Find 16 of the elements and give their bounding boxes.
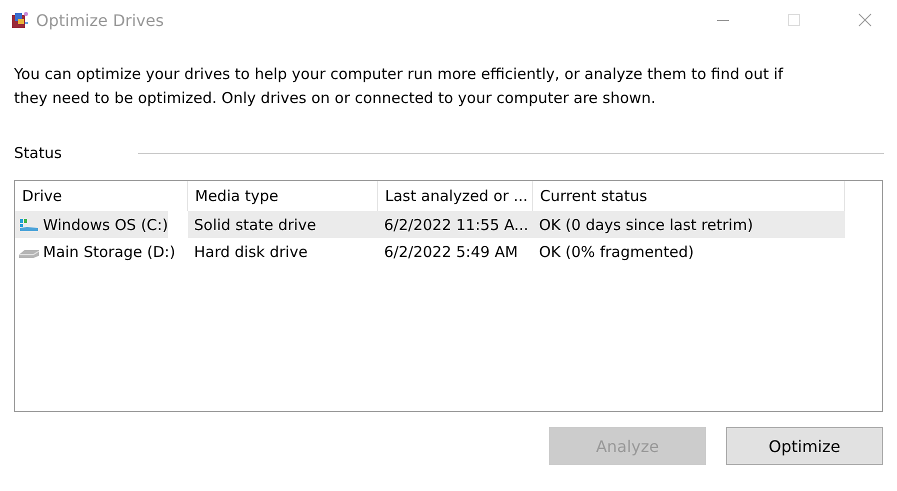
app-icon (10, 10, 30, 30)
drive-cell[interactable]: Windows OS (C:) (15, 211, 168, 238)
table-cell-text: Hard disk drive (193, 242, 309, 262)
window-title: Optimize Drives (36, 10, 165, 30)
table-cell: OK (0 days since last retrim) (533, 211, 845, 238)
action-button[interactable]: Optimize (726, 427, 883, 465)
description-text: You can optimize your drives to help your computer run more efficiently, or analyze them to find out if they need to be optimized. Only drives on or connected to your computer are shown. (14, 64, 784, 109)
table-cell: 6/2/2022 11:55 A... (378, 211, 533, 238)
drive-icon (19, 218, 39, 232)
close-icon[interactable] (858, 13, 872, 27)
drive-cell[interactable]: Main Storage (D:) (15, 238, 176, 265)
table-cell-text: 6/2/2022 5:49 AM (383, 242, 519, 262)
table-cell: Solid state drive (188, 211, 378, 238)
status-label: Status (14, 144, 63, 162)
drive-icon (19, 250, 39, 258)
table-cell-text: OK (0% fragmented) (538, 242, 695, 262)
